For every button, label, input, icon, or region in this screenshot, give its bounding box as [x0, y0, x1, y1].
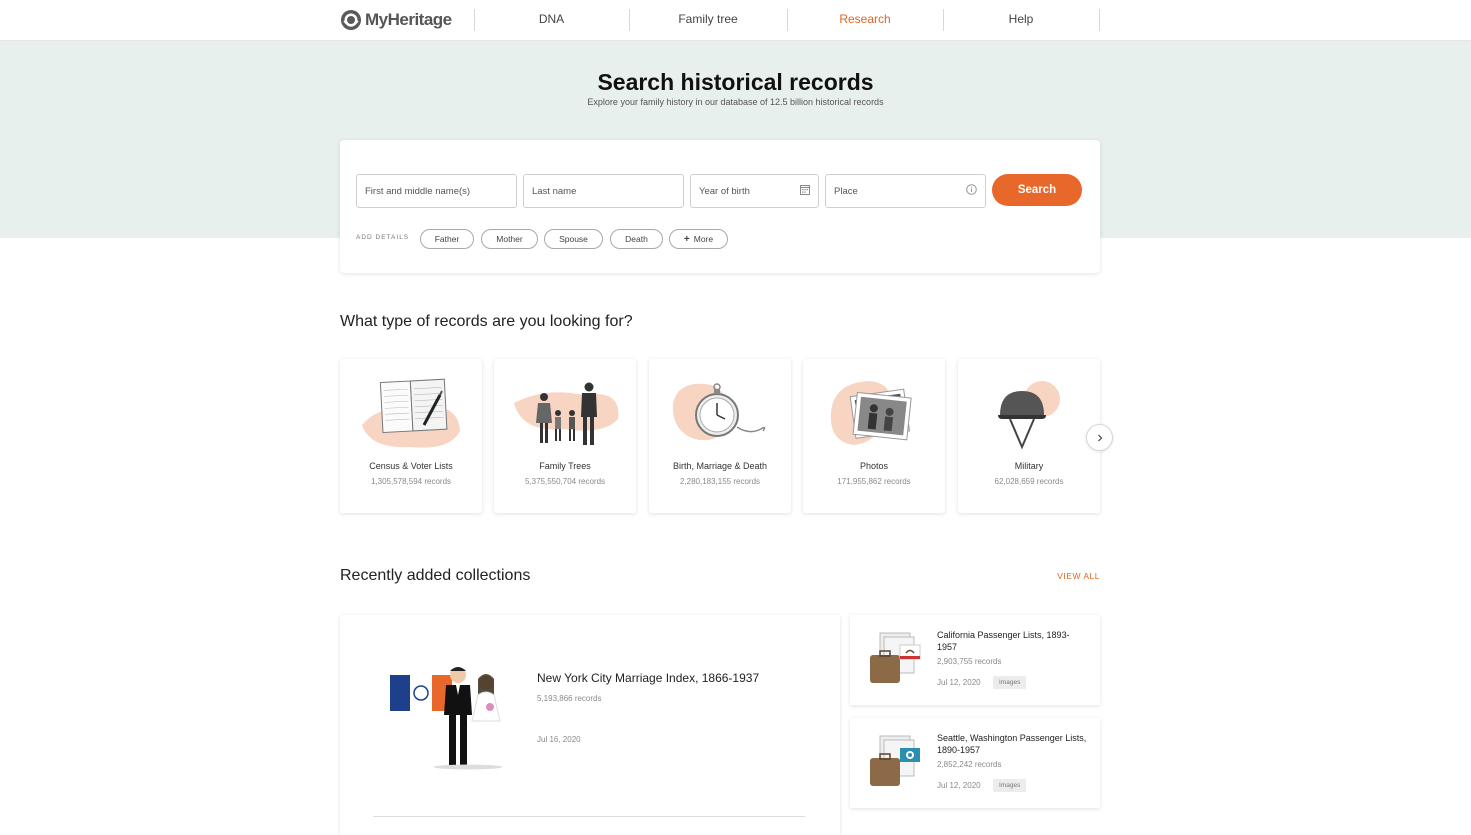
record-types-title: What type of records are you looking for…	[340, 313, 633, 330]
chip-label: Father	[434, 234, 460, 244]
collection-count: 5,193,866 records	[537, 694, 602, 703]
photos-icon	[803, 373, 945, 453]
add-details-label: ADD DETAILS	[356, 234, 410, 241]
record-type-birth-marriage-death[interactable]: Birth, Marriage & Death 2,280,183,155 re…	[649, 359, 791, 513]
plus-icon: +	[683, 233, 690, 245]
featured-collection-card[interactable]: New York City Marriage Index, 1866-1937 …	[340, 615, 840, 835]
california-passenger-lists-thumbnail	[868, 631, 924, 687]
info-icon[interactable]	[966, 184, 977, 198]
collection-card[interactable]: California Passenger Lists, 1893-1957 2,…	[850, 615, 1100, 705]
chevron-right-icon	[1096, 429, 1104, 447]
calendar-icon[interactable]	[800, 184, 810, 198]
record-type-count: 171,955,862 records	[837, 477, 911, 486]
record-type-military[interactable]: Military 62,028,659 records	[958, 359, 1100, 513]
nyc-marriage-illustration	[386, 661, 506, 771]
first-name-placeholder: First and middle name(s)	[365, 185, 471, 197]
collection-card[interactable]: Seattle, Washington Passenger Lists, 189…	[850, 718, 1100, 808]
collection-name: New York City Marriage Index, 1866-1937	[537, 671, 760, 685]
add-spouse-chip[interactable]: Spouse	[544, 229, 603, 249]
chip-label: Spouse	[559, 234, 588, 244]
nav-item-research[interactable]: Research	[787, 0, 943, 40]
record-type-count: 62,028,659 records	[994, 477, 1064, 486]
year-of-birth-placeholder: Year of birth	[699, 185, 750, 197]
view-all-link[interactable]: VIEW ALL	[1040, 571, 1100, 581]
record-type-family-trees[interactable]: Family Trees 5,375,550,704 records	[494, 359, 636, 513]
search-form: First and middle name(s) Last name Year …	[340, 140, 1100, 273]
nav-item-family-tree[interactable]: Family tree	[629, 0, 787, 40]
place-placeholder: Place	[834, 185, 858, 197]
page-title: Search historical records	[597, 69, 874, 95]
record-type-label: Census & Voter Lists	[369, 461, 453, 471]
myheritage-logo-icon	[340, 9, 362, 31]
pocket-watch-icon	[649, 373, 791, 453]
record-type-label: Military	[1014, 461, 1044, 471]
images-badge: Images	[993, 676, 1027, 689]
collection-count: 2,903,755 records	[937, 657, 1002, 666]
last-name-input[interactable]: Last name	[523, 174, 684, 208]
record-type-count: 2,280,183,155 records	[679, 477, 761, 486]
add-death-chip[interactable]: Death	[610, 229, 663, 249]
chip-label: More	[693, 234, 714, 244]
page-subtitle: Explore your family history in our datab…	[587, 97, 884, 107]
record-type-label: Family Trees	[539, 461, 591, 471]
record-type-photos[interactable]: Photos 171,955,862 records	[803, 359, 945, 513]
collection-date: Jul 12, 2020	[937, 781, 981, 790]
last-name-placeholder: Last name	[532, 185, 577, 197]
top-nav: MyHeritage DNA Family tree Research Help	[0, 0, 1471, 41]
myheritage-logo[interactable]: MyHeritage	[340, 9, 452, 31]
census-book-icon	[340, 373, 482, 453]
seattle-passenger-lists-thumbnail	[868, 734, 924, 790]
add-mother-chip[interactable]: Mother	[481, 229, 538, 249]
chip-label: Mother	[496, 234, 523, 244]
brand-name: MyHeritage	[365, 10, 452, 29]
card-divider	[373, 816, 805, 817]
collections-title: Recently added collections	[340, 567, 531, 584]
collection-name: California Passenger Lists, 1893-1957	[937, 630, 1070, 652]
record-type-count: 5,375,550,704 records	[524, 477, 606, 486]
first-name-input[interactable]: First and middle name(s)	[356, 174, 517, 208]
images-badge: Images	[993, 779, 1027, 792]
family-icon	[494, 373, 636, 453]
place-input[interactable]: Place	[825, 174, 986, 208]
record-type-label: Birth, Marriage & Death	[672, 461, 768, 471]
year-of-birth-input[interactable]: Year of birth	[690, 174, 819, 208]
nav-item-help[interactable]: Help	[943, 0, 1099, 40]
record-type-census[interactable]: Census & Voter Lists 1,305,578,594 recor…	[340, 359, 482, 513]
nav-divider	[1099, 9, 1100, 31]
collection-date: Jul 12, 2020	[937, 678, 981, 687]
chip-label: Death	[625, 234, 648, 244]
collection-date: Jul 16, 2020	[537, 735, 581, 744]
add-more-chip[interactable]: + More	[669, 229, 728, 249]
search-button[interactable]: Search	[992, 174, 1082, 206]
collection-count: 2,852,242 records	[937, 760, 1002, 769]
collection-name: Seattle, Washington Passenger Lists, 189…	[937, 733, 1087, 755]
record-type-count: 1,305,578,594 records	[370, 477, 452, 486]
add-father-chip[interactable]: Father	[420, 229, 474, 249]
record-type-label: Photos	[859, 461, 889, 471]
carousel-next-button[interactable]	[1086, 424, 1113, 451]
nav-item-dna[interactable]: DNA	[474, 0, 629, 40]
helmet-icon	[958, 373, 1100, 453]
